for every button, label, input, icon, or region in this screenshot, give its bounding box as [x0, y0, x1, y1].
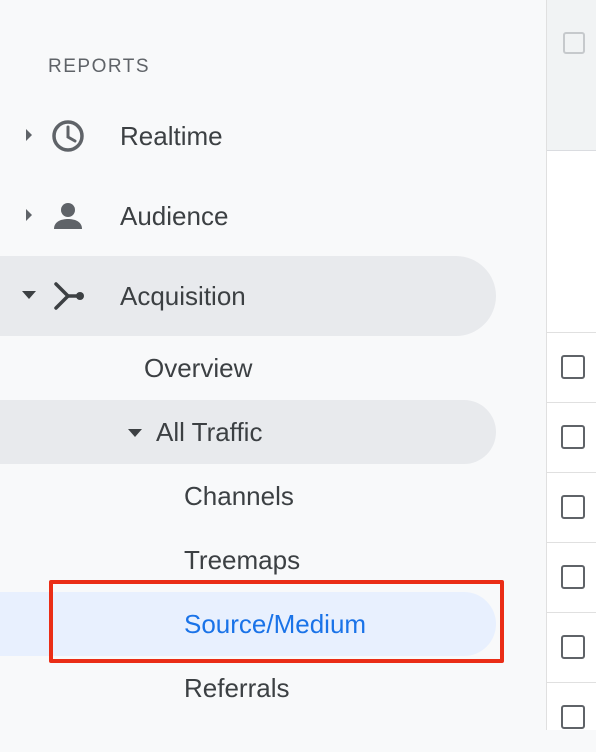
caret-right-icon[interactable] — [20, 126, 38, 144]
sidebar-item-label: Referrals — [184, 673, 290, 703]
sidebar-item-label: Channels — [184, 481, 294, 511]
sidebar-item-overview[interactable]: Overview — [0, 336, 496, 400]
row-checkbox[interactable] — [561, 565, 585, 589]
sidebar-item-realtime[interactable]: Realtime — [0, 96, 496, 176]
sidebar-item-label: Audience — [120, 201, 229, 231]
clock-icon — [48, 116, 88, 156]
person-icon — [48, 196, 88, 236]
caret-right-icon[interactable] — [20, 206, 38, 224]
sidebar-item-label: Realtime — [120, 121, 223, 151]
sidebar-item-channels[interactable]: Channels — [0, 464, 496, 528]
table-row — [547, 682, 596, 752]
data-table-edge — [546, 0, 596, 730]
row-checkbox[interactable] — [561, 495, 585, 519]
row-checkbox[interactable] — [561, 705, 585, 729]
sidebar-item-label: Overview — [144, 353, 253, 383]
acquisition-icon — [48, 276, 88, 316]
sidebar-item-label: All Traffic — [156, 417, 263, 447]
sidebar-item-all-traffic[interactable]: All Traffic — [0, 400, 496, 464]
reports-section-title: REPORTS — [48, 56, 151, 77]
select-all-checkbox[interactable] — [563, 32, 585, 54]
table-row — [547, 612, 596, 682]
sidebar-item-referrals[interactable]: Referrals — [0, 656, 496, 720]
highlight-annotation-box — [49, 580, 504, 663]
table-row — [547, 542, 596, 612]
sidebar-item-audience[interactable]: Audience — [0, 176, 496, 256]
sidebar-item-acquisition[interactable]: Acquisition — [0, 256, 496, 336]
row-checkbox[interactable] — [561, 425, 585, 449]
row-checkbox[interactable] — [561, 355, 585, 379]
row-checkbox[interactable] — [561, 635, 585, 659]
sidebar-item-label: Acquisition — [120, 281, 246, 311]
caret-down-icon[interactable] — [126, 424, 144, 442]
table-header — [547, 0, 596, 151]
table-row — [547, 402, 596, 472]
sidebar: REPORTS Realtime Audience Acquisition Ov… — [0, 0, 546, 730]
caret-down-icon[interactable] — [20, 286, 38, 304]
table-row — [547, 332, 596, 402]
table-row — [547, 472, 596, 542]
